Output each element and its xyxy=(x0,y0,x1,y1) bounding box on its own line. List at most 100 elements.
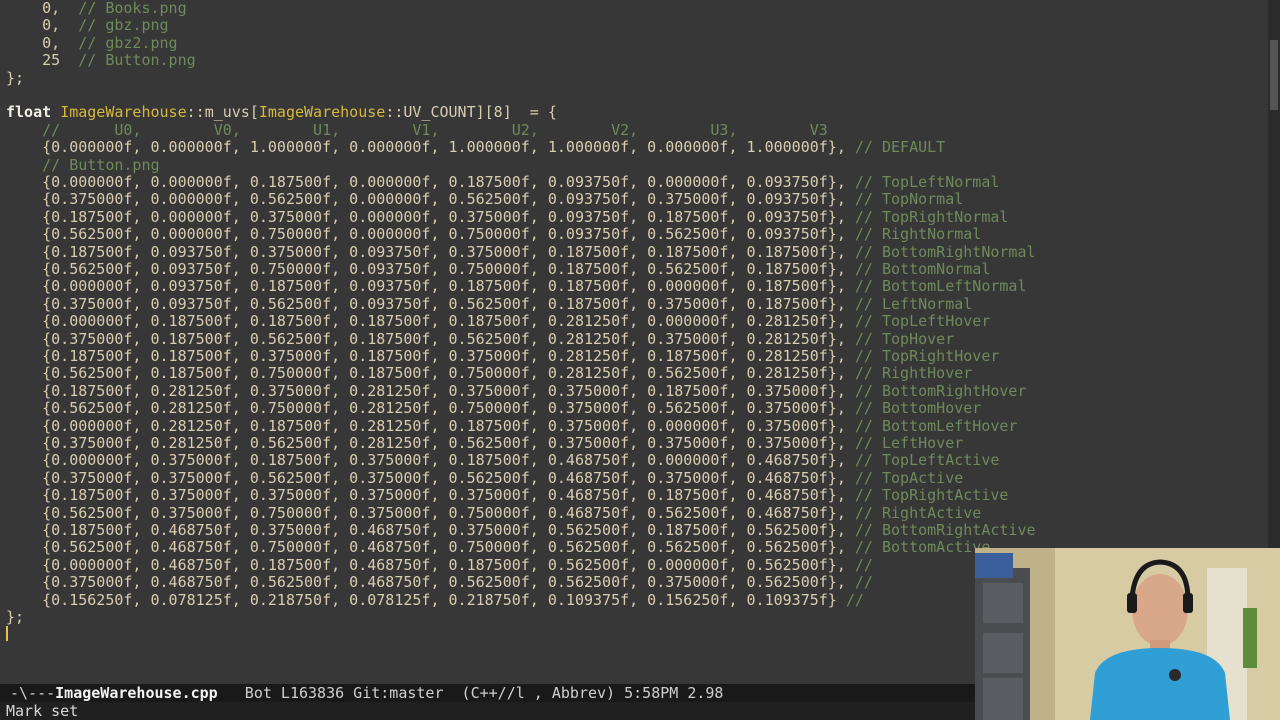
code-comment: // TopNormal xyxy=(845,190,964,209)
decl-class-2: ImageWarehouse xyxy=(258,103,386,122)
code-line: {0.000000f, 0.000000f, 0.187500f, 0.0000… xyxy=(6,173,999,191)
code-line: }; xyxy=(6,608,24,626)
code-value: 25 xyxy=(42,51,61,70)
code-line: {0.562500f, 0.093750f, 0.750000f, 0.0937… xyxy=(6,260,991,278)
code-value: {0.562500f, 0.093750f, 0.750000f, 0.0937… xyxy=(42,260,846,278)
code-value: {0.375000f, 0.281250f, 0.562500f, 0.2812… xyxy=(42,434,846,452)
code-value: {0.000000f, 0.093750f, 0.187500f, 0.0937… xyxy=(42,277,846,296)
code-line: {0.375000f, 0.093750f, 0.562500f, 0.0937… xyxy=(6,294,972,313)
code-value: {0.187500f, 0.375000f, 0.375000f, 0.3750… xyxy=(42,486,846,505)
code-line: {0.375000f, 0.468750f, 0.562500f, 0.4687… xyxy=(6,573,873,592)
code-line: {0.187500f, 0.000000f, 0.375000f, 0.0000… xyxy=(6,208,1008,226)
code-value: {0.187500f, 0.281250f, 0.375000f, 0.2812… xyxy=(42,381,846,400)
code-line: {0.000000f, 0.000000f, 1.000000f, 0.0000… xyxy=(6,138,946,157)
code-line: {0.000000f, 0.375000f, 0.187500f, 0.3750… xyxy=(6,452,999,469)
code-comment: // U0, V0, U1, V1, U2, V2, U3, V3 xyxy=(42,120,828,139)
code-line: {0.562500f, 0.187500f, 0.750000f, 0.1875… xyxy=(6,365,972,382)
code-value: {0.375000f, 0.187500f, 0.562500f, 0.1875… xyxy=(42,329,846,348)
code-value: {0.000000f, 0.281250f, 0.187500f, 0.2812… xyxy=(42,416,846,435)
code-comment: // gbz2.png xyxy=(60,33,178,52)
code-comment: // RightNormal xyxy=(845,225,982,244)
code-line: {0.562500f, 0.281250f, 0.750000f, 0.2812… xyxy=(6,399,982,418)
code-comment: // xyxy=(845,573,873,592)
code-comment: // TopActive xyxy=(845,468,964,487)
code-line: 25 // Button.png xyxy=(6,51,196,70)
code-line: {0.187500f, 0.187500f, 0.375000f, 0.1875… xyxy=(6,347,999,365)
decl-keyword: float xyxy=(6,103,52,122)
code-line: {0.375000f, 0.281250f, 0.562500f, 0.2812… xyxy=(6,434,963,452)
code-value: {0.156250f, 0.078125f, 0.218750f, 0.0781… xyxy=(42,590,837,609)
code-comment: // DEFAULT xyxy=(845,138,946,157)
code-line: }; xyxy=(6,69,24,87)
code-comment: // BottomRightHover xyxy=(845,381,1027,400)
code-comment: // xyxy=(836,590,864,609)
code-value: {0.000000f, 0.468750f, 0.187500f, 0.4687… xyxy=(42,555,846,574)
code-value: 0, xyxy=(42,33,61,52)
code-comment: // BottomRightNormal xyxy=(845,242,1036,261)
code-value: {0.375000f, 0.375000f, 0.562500f, 0.3750… xyxy=(42,468,846,487)
scrollbar-thumb[interactable] xyxy=(1270,40,1278,110)
modeline-prefix: -\--- xyxy=(10,684,56,702)
code-comment: // BottomHover xyxy=(845,399,982,418)
code-line: 0, // gbz.png xyxy=(6,16,169,35)
code-line: {0.187500f, 0.468750f, 0.375000f, 0.4687… xyxy=(6,521,1036,539)
code-line: {0.000000f, 0.281250f, 0.187500f, 0.2812… xyxy=(6,416,1018,435)
decl-space xyxy=(51,103,60,121)
code-value: {0.375000f, 0.000000f, 0.562500f, 0.0000… xyxy=(42,190,846,209)
code-line: 0, // Books.png xyxy=(6,0,187,17)
code-value: {0.562500f, 0.281250f, 0.750000f, 0.2812… xyxy=(42,399,846,418)
code-comment: // BottomActive xyxy=(845,538,991,557)
code-line: // U0, V0, U1, V1, U2, V2, U3, V3 xyxy=(6,120,828,139)
code-value: {0.562500f, 0.375000f, 0.750000f, 0.3750… xyxy=(42,503,846,522)
code-comment: // TopHover xyxy=(845,329,955,348)
decl-scope-1: :: xyxy=(186,103,205,122)
modeline-status: Bot L163836 Git:master (C++//l , Abbrev)… xyxy=(217,684,724,702)
code-value: {0.562500f, 0.187500f, 0.750000f, 0.1875… xyxy=(42,364,846,383)
code-value: {0.187500f, 0.187500f, 0.375000f, 0.1875… xyxy=(42,347,846,365)
code-line: {0.000000f, 0.187500f, 0.187500f, 0.1875… xyxy=(6,312,990,331)
code-comment: // xyxy=(845,555,873,574)
code-comment: // gbz.png xyxy=(60,16,169,35)
code-value: 0, xyxy=(42,0,61,17)
minibuffer[interactable]: Mark set xyxy=(0,702,975,720)
code-comment: // TopRightActive xyxy=(845,486,1009,505)
code-comment: // RightHover xyxy=(845,364,973,383)
code-comment: // BottomNormal xyxy=(845,260,991,278)
code-comment: // BottomRightActive xyxy=(845,521,1036,539)
decl-class-1: ImageWarehouse xyxy=(60,103,187,122)
webcam-image xyxy=(975,548,1280,720)
code-comment: // BottomLeftHover xyxy=(845,416,1018,435)
code-value: {0.000000f, 0.187500f, 0.187500f, 0.1875… xyxy=(42,312,846,331)
code-line: float ImageWarehouse::m_uvs[ImageWarehou… xyxy=(6,104,557,121)
code-line: {0.156250f, 0.078125f, 0.218750f, 0.0781… xyxy=(6,590,864,609)
modeline-filename: ImageWarehouse.cpp xyxy=(55,684,218,702)
code-comment: // Button.png xyxy=(42,155,160,174)
code-line: {0.562500f, 0.000000f, 0.750000f, 0.0000… xyxy=(6,225,982,244)
decl-member: m_uvs[ xyxy=(204,103,259,122)
code-comment: // RightActive xyxy=(845,503,982,522)
code-line: {0.375000f, 0.375000f, 0.562500f, 0.3750… xyxy=(6,468,964,487)
code-line: 0, // gbz2.png xyxy=(6,33,178,52)
code-value: {0.375000f, 0.093750f, 0.562500f, 0.0937… xyxy=(42,294,846,313)
